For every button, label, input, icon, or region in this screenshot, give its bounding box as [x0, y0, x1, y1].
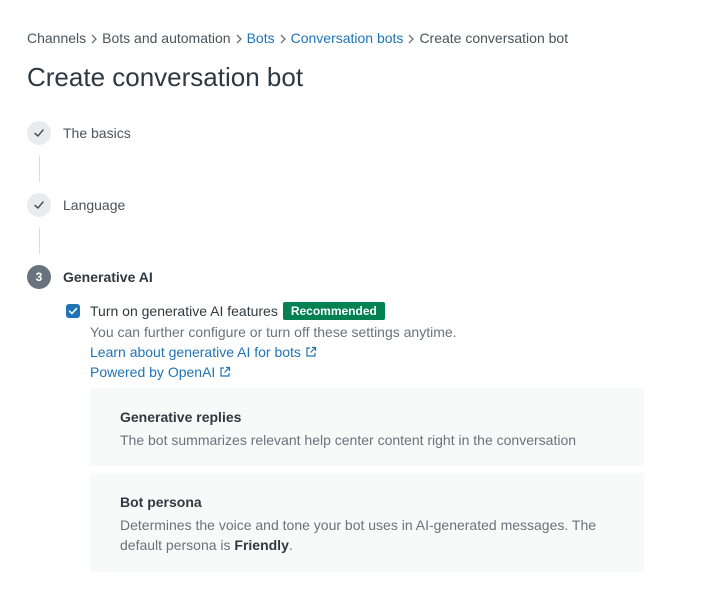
bot-persona-card: Bot persona Determines the voice and ton… [90, 473, 644, 572]
step-connector [39, 228, 40, 254]
step-generative-ai: 3 Generative AI [27, 265, 153, 289]
generative-ai-checkbox-label[interactable]: Turn on generative AI features [90, 303, 278, 319]
powered-by-openai-link[interactable]: Powered by OpenAI [90, 364, 231, 380]
breadcrumb-channels: Channels [27, 30, 87, 46]
generative-ai-toggle-row: Turn on generative AI features Recommend… [66, 302, 385, 320]
card-description: Determines the voice and tone your bot u… [120, 515, 614, 555]
persona-desc-suffix: . [288, 537, 293, 553]
learn-generative-ai-link-text: Learn about generative AI for bots [90, 344, 301, 360]
generative-replies-card: Generative replies The bot summarizes re… [90, 388, 644, 466]
breadcrumb-current: Create conversation bot [419, 30, 569, 46]
step-language: Language [27, 193, 125, 217]
card-description: The bot summarizes relevant help center … [120, 432, 577, 448]
settings-hint: You can further configure or turn off th… [90, 324, 457, 340]
check-icon [34, 129, 44, 137]
breadcrumb-conversation-bots-link[interactable]: Conversation bots [291, 30, 404, 46]
step-number-circle: 3 [27, 265, 51, 289]
recommended-badge: Recommended [282, 302, 385, 320]
generative-ai-checkbox[interactable] [66, 304, 80, 318]
persona-desc-prefix: Determines the voice and tone your bot u… [120, 517, 597, 553]
learn-generative-ai-link[interactable]: Learn about generative AI for bots [90, 344, 317, 360]
step-label: Language [63, 197, 126, 213]
step-complete-circle [27, 193, 51, 217]
external-link-icon [220, 366, 231, 377]
step-complete-circle [27, 121, 51, 145]
external-link-icon [306, 346, 317, 357]
chevron-right-icon [275, 31, 291, 46]
step-connector [39, 156, 40, 182]
card-title: Generative replies [120, 409, 242, 425]
step-label: Generative AI [63, 269, 153, 285]
step-label: The basics [63, 125, 131, 141]
powered-by-openai-link-text: Powered by OpenAI [90, 364, 216, 380]
check-icon [34, 201, 44, 209]
page-title: Create conversation bot [27, 62, 304, 92]
persona-default-value: Friendly [234, 537, 289, 553]
chevron-right-icon [86, 31, 102, 46]
check-icon [68, 307, 78, 315]
card-title: Bot persona [120, 494, 202, 510]
step-the-basics: The basics [27, 121, 131, 145]
chevron-right-icon [231, 31, 247, 46]
breadcrumb: Channels Bots and automation Bots Conver… [27, 30, 568, 46]
chevron-right-icon [403, 31, 419, 46]
breadcrumb-bots-link[interactable]: Bots [247, 30, 275, 46]
breadcrumb-bots-and-automation: Bots and automation [102, 30, 231, 46]
